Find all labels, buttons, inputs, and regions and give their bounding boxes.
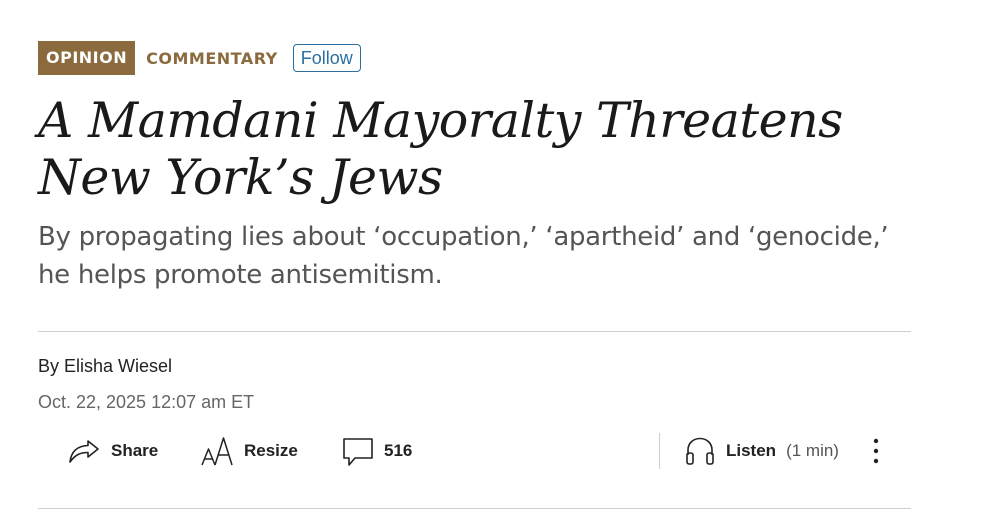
comment-count: 516 — [384, 441, 413, 460]
listen-label: Listen — [726, 441, 777, 460]
toolbar-divider — [659, 433, 660, 469]
listen-button[interactable]: Listen (1 min) — [684, 430, 839, 472]
share-label: Share — [111, 441, 159, 460]
opinion-badge[interactable]: OPINION — [38, 41, 136, 75]
article-headline: A Mamdani Mayoralty Threatens New York’s… — [38, 92, 843, 206]
article-header: OPINION COMMENTARY Follow A Mamdani Mayo… — [38, 0, 911, 517]
comments-button[interactable]: 516 — [342, 430, 412, 472]
byline-prefix: By — [38, 356, 65, 376]
commentary-label[interactable]: COMMENTARY — [146, 49, 278, 68]
article-kicker: OPINION COMMENTARY Follow — [38, 41, 361, 75]
divider-top — [38, 331, 911, 332]
share-button[interactable]: Share — [67, 430, 158, 472]
vertical-ellipsis-icon — [868, 435, 884, 467]
headphones-icon — [684, 435, 716, 467]
resize-button[interactable]: Resize — [200, 430, 298, 472]
publish-date: Oct. 22, 2025 12:07 am ET — [38, 392, 255, 412]
speech-bubble-icon — [342, 435, 374, 467]
byline: By Elisha Wiesel — [38, 356, 172, 377]
author-link[interactable]: Elisha Wiesel — [64, 356, 172, 376]
follow-button[interactable]: Follow — [292, 44, 361, 72]
share-arrow-icon — [67, 436, 101, 466]
resize-label: Resize — [244, 441, 298, 460]
more-options-button[interactable] — [868, 430, 884, 472]
article-dek: By propagating lies about ‘occupation,’ … — [38, 222, 889, 290]
listen-duration: (1 min) — [786, 441, 839, 460]
text-resize-icon — [200, 435, 234, 467]
article-toolbar: Share Resize 516 Listen (1 min) — [38, 430, 911, 472]
divider-bottom — [38, 508, 911, 509]
